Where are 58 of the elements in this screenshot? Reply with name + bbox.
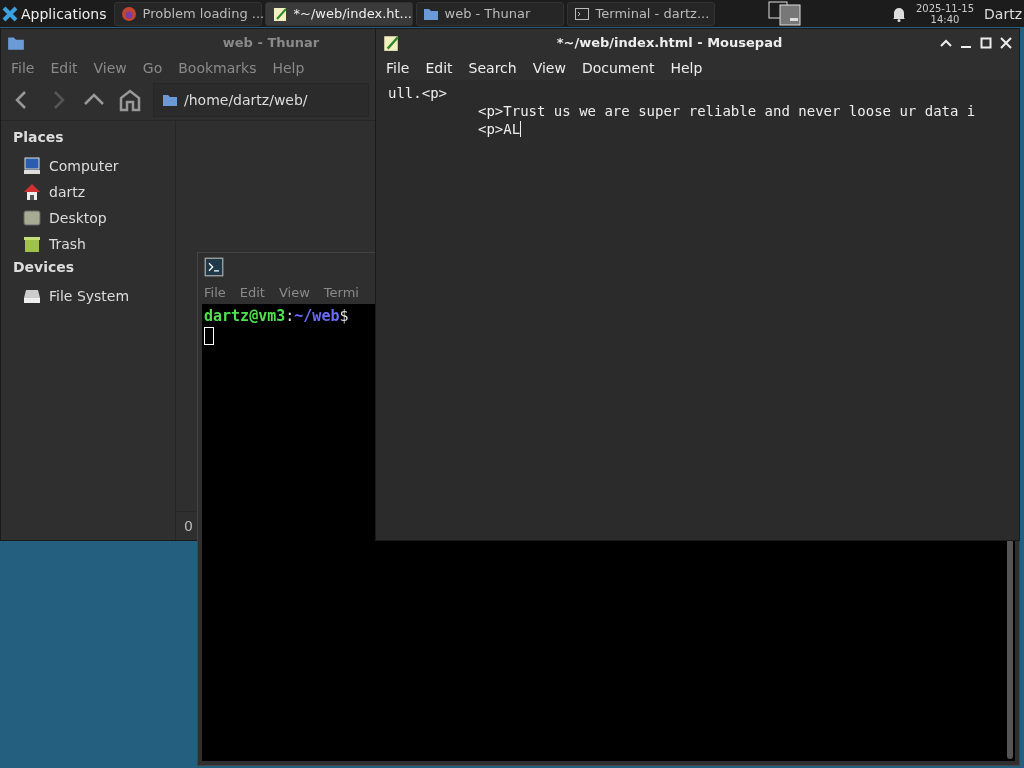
menu-item[interactable]: Search [462, 60, 523, 76]
menu-item[interactable]: View [278, 284, 310, 300]
sidebar-heading: Places [12, 128, 65, 147]
sidebar-heading: Devices [12, 258, 76, 277]
code-line: <p>Trust us we are super reliable and never loose ur data i [478, 102, 976, 120]
scrollbar[interactable] [1007, 539, 1013, 759]
task-button[interactable]: Problem loading ... [113, 1, 262, 26]
menu-item[interactable]: Bookmarks [172, 60, 263, 76]
menu-item[interactable]: Go [136, 60, 169, 76]
menu-item[interactable]: Help [266, 60, 311, 76]
sidebar-item[interactable]: Computer [1, 153, 175, 179]
menu-item[interactable]: File [380, 60, 416, 76]
workspace-switcher-icon[interactable] [767, 0, 802, 27]
menu-item[interactable]: File [204, 284, 226, 300]
close-icon[interactable] [999, 35, 1013, 50]
folder-icon [162, 92, 178, 108]
task-button[interactable]: web - Thunar [415, 1, 564, 26]
menu-item[interactable]: View [526, 60, 572, 76]
location-field[interactable]: /home/dartz/web/ [153, 83, 369, 117]
text-cursor [520, 121, 522, 137]
menu-item[interactable]: Edit [419, 60, 459, 76]
task-button[interactable]: *~/web/index.ht... [264, 1, 413, 26]
terminal-icon [573, 5, 590, 22]
menu-item[interactable]: File [5, 60, 41, 76]
cursor-block [204, 327, 214, 345]
computer-icon [23, 157, 41, 175]
sidebar-item[interactable]: File System [1, 283, 175, 309]
code-line: <p>AL [478, 120, 521, 138]
window-title: web - Thunar [221, 35, 321, 50]
logo-icon [2, 5, 18, 22]
sidebar-item[interactable]: Desktop [1, 205, 175, 231]
maximize-icon[interactable] [979, 35, 993, 50]
home-icon [23, 183, 41, 201]
bell-icon[interactable] [891, 5, 906, 22]
applications-menu[interactable]: Applications [0, 0, 111, 27]
menu-item[interactable]: Edit [239, 284, 265, 300]
menu-item[interactable]: Edit [44, 60, 84, 76]
home-icon[interactable] [117, 87, 143, 113]
clock[interactable]: 2025-11-15 14:40 [915, 2, 975, 25]
sidebar-item[interactable]: Trash [1, 231, 175, 257]
prompt-text: dartz@vm3:~/web$ [204, 307, 350, 325]
trash-icon [23, 235, 41, 253]
user-name[interactable]: Dartz [984, 5, 1022, 22]
menu-item[interactable]: Document [575, 60, 661, 76]
task-button[interactable]: Terminal - dartz... [566, 1, 715, 26]
notepad-icon [271, 5, 288, 22]
status-text: 0 [184, 518, 193, 534]
notepad-icon [382, 33, 400, 52]
desktop-icon [23, 209, 41, 227]
menu-item[interactable]: Help [664, 60, 709, 76]
menu-item[interactable]: View [87, 60, 133, 76]
terminal-icon [204, 256, 224, 277]
code-line: ull.<p> [388, 84, 447, 102]
menu-item[interactable]: Termi [323, 284, 359, 300]
drive-icon [23, 287, 41, 305]
text-area[interactable]: ull.<p> <p>Trust us we are super reliable and never loose ur data i <p>AL [376, 80, 1019, 540]
window-title: *~/web/index.html - Mousepad [555, 35, 784, 50]
sidebar-item[interactable]: dartz [1, 179, 175, 205]
